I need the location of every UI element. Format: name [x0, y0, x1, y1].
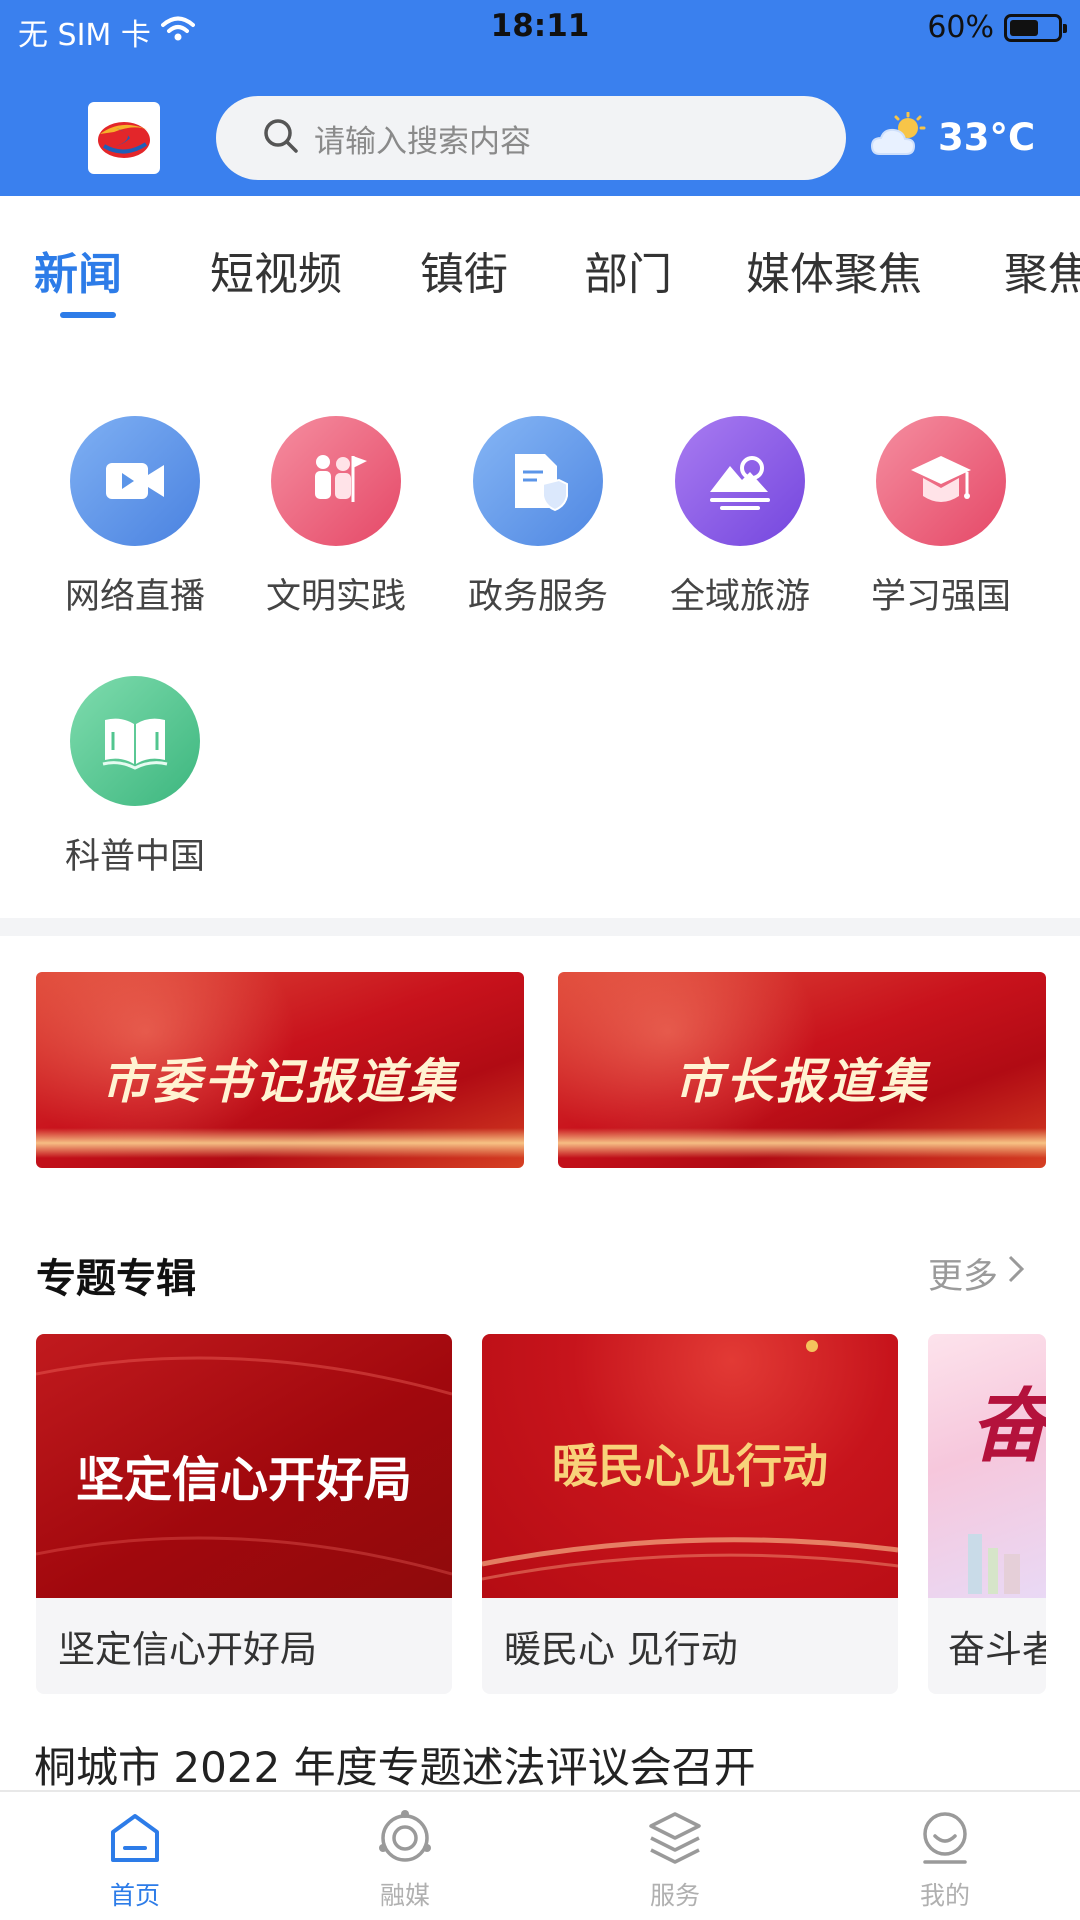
smile-user-icon: [915, 1808, 975, 1868]
nav-home[interactable]: 首页: [35, 1808, 235, 1912]
nav-label: 服务: [649, 1881, 700, 1910]
quick-entry-label: 全域旅游: [669, 577, 810, 617]
battery-fill: [1010, 19, 1038, 36]
temperature-text: 33°C: [938, 115, 1036, 159]
more-link[interactable]: 更多: [928, 1248, 1026, 1299]
top-header: 无 SIM 卡 18:11 60% 请输入搜索内容 33°C: [0, 0, 1080, 196]
special-card-label: 坚定信心开好局: [58, 1628, 317, 1671]
quick-entry-label: 文明实践: [265, 577, 406, 617]
banner-secretary-reports[interactable]: 市委书记报道集: [36, 972, 524, 1168]
app-screen: 无 SIM 卡 18:11 60% 请输入搜索内容 33°C 新闻 短视频 镇街…: [0, 0, 1080, 1920]
battery-status: 60%: [927, 10, 1067, 45]
open-book-icon: [70, 676, 200, 806]
document-shield-icon: [473, 416, 603, 546]
tab-towns[interactable]: 镇街: [420, 238, 508, 302]
partly-cloudy-icon: [870, 111, 930, 162]
category-tabs: 新闻 短视频 镇街 部门 媒体聚焦 聚焦: [0, 196, 1080, 316]
bottom-navigation: 首页 融媒 服务 我的: [0, 1790, 1080, 1920]
status-bar: 无 SIM 卡 18:11 60%: [0, 0, 1080, 60]
section-divider: [0, 918, 1080, 936]
quick-entry-label: 网络直播: [64, 577, 205, 617]
special-card-image-text: 奋: [970, 1380, 1046, 1473]
nav-label: 首页: [109, 1881, 160, 1910]
battery-icon: [1004, 13, 1067, 42]
tab-departments[interactable]: 部门: [584, 238, 672, 302]
search-bar[interactable]: 请输入搜索内容: [216, 96, 846, 180]
video-icon: [70, 416, 200, 546]
more-label: 更多: [928, 1257, 999, 1297]
quick-entry-tourism[interactable]: 全域旅游: [650, 416, 830, 619]
quick-entry-government[interactable]: 政务服务: [448, 416, 628, 619]
battery-percent: 60%: [927, 10, 994, 45]
graduation-cap-icon: [876, 416, 1006, 546]
special-card[interactable]: 坚定信心开好局 坚定信心开好局: [36, 1334, 452, 1694]
tab-focus[interactable]: 聚焦: [1004, 238, 1080, 302]
quick-entry-live[interactable]: 网络直播: [45, 416, 225, 619]
banner-title: 市委书记报道集: [101, 1054, 459, 1110]
nav-label: 我的: [919, 1881, 970, 1910]
section-title: 专题专辑: [36, 1256, 196, 1302]
special-card-image: 暖民心见行动: [482, 1334, 898, 1598]
app-logo[interactable]: [88, 102, 160, 174]
nav-mine[interactable]: 我的: [845, 1808, 1045, 1912]
home-icon: [105, 1808, 165, 1868]
nav-media[interactable]: 融媒: [305, 1808, 505, 1912]
quick-entry-study[interactable]: 学习强国: [851, 416, 1031, 619]
banner-title: 市长报道集: [674, 1054, 930, 1110]
tab-news[interactable]: 新闻: [34, 238, 122, 302]
quick-entry-civilization[interactable]: 文明实践: [246, 416, 426, 619]
special-card-label: 奋斗者: [948, 1628, 1046, 1671]
status-time: 18:11: [490, 8, 590, 44]
quick-entry-label: 政务服务: [467, 577, 608, 617]
banner-mayor-reports[interactable]: 市长报道集: [558, 972, 1046, 1168]
search-icon: [262, 117, 300, 159]
landscape-icon: [675, 416, 805, 546]
special-card-image: 奋: [928, 1334, 1046, 1598]
layers-icon: [645, 1808, 705, 1868]
news-headline[interactable]: 桐城市 2022 年度专题述法评议会召开: [34, 1734, 756, 1795]
special-card[interactable]: 奋 奋斗者: [928, 1334, 1046, 1694]
chevron-right-icon: [1006, 1253, 1026, 1294]
special-card-image-text: 暖民心见行动: [552, 1439, 828, 1493]
search-placeholder: 请输入搜索内容: [314, 123, 531, 160]
active-tab-indicator: [60, 312, 116, 318]
special-card-image-text: 坚定信心开好局: [75, 1452, 412, 1508]
tab-media-focus[interactable]: 媒体聚焦: [746, 238, 922, 302]
special-card[interactable]: 暖民心见行动 暖民心 见行动: [482, 1334, 898, 1694]
volunteer-flag-icon: [271, 416, 401, 546]
nav-label: 融媒: [379, 1881, 430, 1910]
quick-entry-science[interactable]: 科普中国: [45, 676, 225, 879]
quick-entry-label: 学习强国: [870, 577, 1011, 617]
orbit-icon: [375, 1808, 435, 1868]
weather-widget[interactable]: 33°C: [870, 111, 1036, 162]
tab-short-video[interactable]: 短视频: [210, 238, 342, 302]
special-card-image: 坚定信心开好局: [36, 1334, 452, 1598]
nav-services[interactable]: 服务: [575, 1808, 775, 1912]
quick-entry-label: 科普中国: [64, 837, 205, 877]
special-card-label: 暖民心 见行动: [504, 1628, 738, 1671]
